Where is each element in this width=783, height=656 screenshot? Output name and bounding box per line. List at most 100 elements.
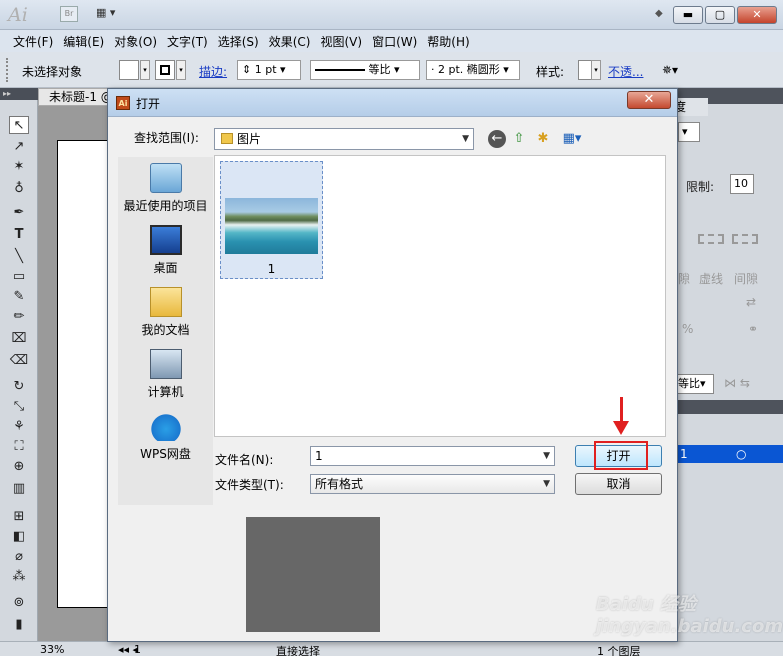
style-dropdown[interactable]: ▾ bbox=[591, 60, 601, 80]
menu-view[interactable]: 视图(V) bbox=[315, 33, 367, 50]
menu-type[interactable]: 文字(T) bbox=[162, 33, 213, 50]
blend-tool-icon[interactable]: ⁂ bbox=[9, 568, 29, 586]
documents-icon bbox=[149, 287, 182, 317]
rectangle-tool-icon[interactable]: ▭ bbox=[9, 268, 29, 286]
file-list[interactable]: 1 bbox=[214, 155, 666, 437]
recent-items-icon bbox=[149, 163, 182, 193]
limit-field[interactable]: 10 bbox=[730, 174, 754, 194]
desktop-icon bbox=[149, 225, 182, 255]
layer-row-selected[interactable]: 1 ○ bbox=[678, 445, 783, 463]
magic-wand-tool-icon[interactable]: ✶ bbox=[9, 158, 29, 176]
fill-dropdown[interactable]: ▾ bbox=[140, 60, 150, 80]
stroke-weight-field[interactable]: ⇕ 1 pt ▾ bbox=[237, 60, 301, 80]
view-menu-icon[interactable]: ▦▾ bbox=[558, 130, 586, 148]
page-number[interactable]: 1 bbox=[134, 643, 141, 656]
column-graph-tool-icon[interactable]: ▮ bbox=[9, 616, 29, 634]
place-recent[interactable]: 最近使用的项目 bbox=[118, 163, 213, 214]
menu-file[interactable]: 文件(F) bbox=[8, 33, 58, 50]
restore-button[interactable]: ▢ bbox=[705, 6, 735, 24]
workspace-switcher-icon[interactable]: ◆ bbox=[655, 8, 663, 19]
graph-tool-icon[interactable]: ▥ bbox=[9, 480, 29, 498]
chevron-down-icon: ▼ bbox=[543, 479, 550, 489]
wps-cloud-icon bbox=[149, 411, 182, 441]
up-folder-icon[interactable]: ⇧ bbox=[510, 130, 528, 148]
app-titlebar: Ai Br ▦ ▾ ◆ ▬ ▢ ✕ bbox=[0, 0, 783, 30]
eyedropper-tool-icon[interactable]: ⌀ bbox=[9, 548, 29, 566]
tools-panel-header[interactable]: ▸▸ bbox=[0, 88, 38, 100]
symbol-sprayer-tool-icon[interactable]: ⊚ bbox=[9, 594, 29, 612]
layers-panel-header[interactable] bbox=[668, 400, 783, 414]
free-transform-tool-icon[interactable]: ⛶ bbox=[9, 438, 29, 456]
stroke-profile-field[interactable]: 等比 ▾ bbox=[310, 60, 420, 80]
stroke-swatch[interactable] bbox=[155, 60, 175, 80]
back-icon[interactable]: ← bbox=[488, 130, 506, 148]
arrange-documents-icon[interactable]: ▦ ▾ bbox=[96, 6, 126, 22]
gradient-tool-icon[interactable]: ◧ bbox=[9, 528, 29, 546]
panel-dropdown[interactable]: ▾ bbox=[678, 122, 700, 142]
aspect-dropdown[interactable]: 等比▾ bbox=[674, 374, 714, 394]
dialog-close-button[interactable]: ✕ bbox=[627, 91, 671, 109]
chevron-down-icon[interactable]: ▼ bbox=[543, 447, 550, 465]
chevron-down-icon: ▼ bbox=[462, 134, 469, 144]
shape-builder-tool-icon[interactable]: ⊕ bbox=[9, 458, 29, 476]
place-computer[interactable]: 计算机 bbox=[118, 349, 213, 400]
eraser-tool-icon[interactable]: ⌫ bbox=[9, 352, 29, 370]
place-desktop[interactable]: 桌面 bbox=[118, 225, 213, 276]
file-name-input[interactable]: 1 ▼ bbox=[310, 446, 555, 466]
fill-swatch[interactable] bbox=[119, 60, 139, 80]
menu-effect[interactable]: 效果(C) bbox=[264, 33, 316, 50]
line-tool-icon[interactable]: ╲ bbox=[9, 248, 29, 266]
pen-tool-icon[interactable]: ✒ bbox=[9, 204, 29, 222]
dialog-title: 打开 bbox=[136, 97, 161, 111]
illustrator-logo: Ai bbox=[8, 4, 28, 26]
rotate-tool-icon[interactable]: ↻ bbox=[9, 378, 29, 396]
look-in-dropdown[interactable]: 图片 ▼ bbox=[214, 128, 474, 150]
file-item-name: 1 bbox=[267, 262, 276, 276]
file-item[interactable]: 1 bbox=[220, 161, 323, 279]
open-dialog: Ai 打开 ✕ 查找范围(I): 图片 ▼ ← ⇧ ✱ ▦▾ 最近使用的项目 桌… bbox=[107, 88, 678, 642]
warp-tool-icon[interactable]: ⚘ bbox=[9, 418, 29, 436]
type-tool-icon[interactable]: T bbox=[9, 226, 29, 244]
place-documents-label: 我的文档 bbox=[141, 323, 190, 337]
layer-target-icon[interactable]: ○ bbox=[736, 445, 746, 463]
direct-selection-tool-icon[interactable]: ↗ bbox=[9, 138, 29, 156]
place-wps-cloud-label: WPS网盘 bbox=[140, 447, 191, 461]
mesh-tool-icon[interactable]: ⊞ bbox=[9, 508, 29, 526]
cancel-button[interactable]: 取消 bbox=[575, 473, 662, 495]
toolbar-grip[interactable] bbox=[6, 58, 10, 82]
blob-brush-tool-icon[interactable]: ⌧ bbox=[9, 330, 29, 348]
selection-status: 未选择对象 bbox=[22, 65, 83, 79]
opacity-link[interactable]: 不透... bbox=[608, 63, 643, 80]
percent-label: % bbox=[682, 322, 694, 336]
swap-icon[interactable]: ⇄ bbox=[746, 295, 756, 309]
dialog-titlebar[interactable]: Ai 打开 ✕ bbox=[108, 89, 677, 117]
zoom-level[interactable]: 33% bbox=[40, 643, 64, 656]
selection-tool-icon[interactable]: ↖ bbox=[9, 116, 29, 134]
place-recent-label: 最近使用的项目 bbox=[123, 199, 208, 213]
pencil-tool-icon[interactable]: ✏ bbox=[9, 308, 29, 326]
place-wps-cloud[interactable]: WPS网盘 bbox=[118, 411, 213, 462]
link-icon[interactable]: ⚭ bbox=[748, 322, 758, 336]
bridge-button[interactable]: Br bbox=[60, 6, 78, 22]
lasso-tool-icon[interactable]: ♁ bbox=[9, 180, 29, 198]
flip-icon[interactable]: ⋈ ⇆ bbox=[724, 376, 750, 390]
menu-help[interactable]: 帮助(H) bbox=[422, 33, 474, 50]
file-type-value: 所有格式 bbox=[315, 477, 364, 491]
menu-edit[interactable]: 编辑(E) bbox=[58, 33, 109, 50]
paintbrush-tool-icon[interactable]: ✎ bbox=[9, 288, 29, 306]
brush-field[interactable]: · 2 pt. 椭圆形 ▾ bbox=[426, 60, 520, 80]
place-documents[interactable]: 我的文档 bbox=[118, 287, 213, 338]
minimize-button[interactable]: ▬ bbox=[673, 6, 703, 24]
menu-object[interactable]: 对象(O) bbox=[109, 33, 162, 50]
document-tab[interactable]: 未标题-1 @ bbox=[38, 88, 118, 106]
close-button[interactable]: ✕ bbox=[737, 6, 777, 24]
recolor-icon[interactable]: ✵▾ bbox=[662, 63, 678, 77]
stroke-link[interactable]: 描边: bbox=[199, 63, 227, 80]
scale-tool-icon[interactable]: ⤡ bbox=[9, 398, 29, 416]
stroke-dropdown[interactable]: ▾ bbox=[176, 60, 186, 80]
file-type-select[interactable]: 所有格式 ▼ bbox=[310, 474, 555, 494]
new-folder-icon[interactable]: ✱ bbox=[534, 130, 552, 148]
right-panels: 度 ▾ 限制: 10 隙 虚线 间隙 ⇄ % ⚭ 等比▾ ⋈ ⇆ 1 ○ bbox=[668, 88, 783, 641]
menu-select[interactable]: 选择(S) bbox=[213, 33, 264, 50]
menu-window[interactable]: 窗口(W) bbox=[367, 33, 422, 50]
